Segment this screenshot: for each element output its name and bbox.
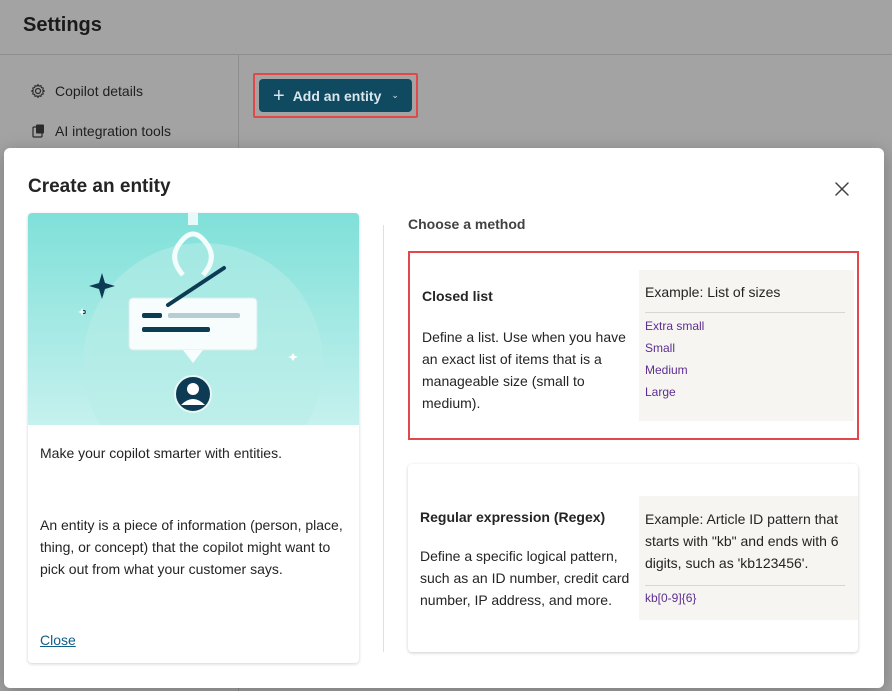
- page-title: Settings: [23, 14, 102, 36]
- sidebar-item-label: AI integration tools: [55, 123, 171, 139]
- entity-info-card: Make your copilot smarter with entities.…: [28, 213, 359, 663]
- example-item: kb[0-9]{6}: [645, 591, 697, 605]
- example-heading: Example: Article ID pattern that starts …: [645, 511, 839, 571]
- sidebar-item-ai-integration-tools[interactable]: AI integration tools: [30, 123, 171, 139]
- example-heading: Example: List of sizes: [645, 284, 781, 300]
- sidebar-item-label: Copilot details: [55, 83, 143, 99]
- plus-icon: +: [273, 84, 285, 107]
- add-entity-button[interactable]: + Add an entity ⌄: [259, 79, 412, 112]
- entity-illustration: [28, 213, 359, 483]
- entity-description-text: An entity is a piece of information (per…: [40, 517, 343, 577]
- chevron-down-icon: ⌄: [391, 90, 399, 100]
- method-title: Closed list: [422, 288, 493, 304]
- example-item: Medium: [645, 363, 688, 377]
- example-item: Extra small: [645, 319, 705, 333]
- dialog-title: Create an entity: [28, 176, 171, 197]
- example-item: Small: [645, 341, 676, 355]
- regex-option[interactable]: Regular expression (Regex) Define a spec…: [408, 464, 858, 652]
- close-icon[interactable]: [833, 180, 851, 198]
- method-example-panel: Example: List of sizes Extra small Small…: [639, 270, 854, 421]
- example-item: Large: [645, 385, 676, 399]
- method-description: Define a specific logical pattern, such …: [420, 548, 630, 608]
- create-entity-dialog: Create an entity Make your copilot smart…: [4, 148, 884, 688]
- entity-intro-text: Make your copilot smarter with entities.: [40, 445, 282, 461]
- integration-icon: [30, 123, 46, 139]
- example-divider: [645, 585, 845, 586]
- close-link[interactable]: Close: [40, 632, 76, 648]
- method-description: Define a list. Use when you have an exac…: [422, 329, 626, 411]
- method-example-panel: Example: Article ID pattern that starts …: [639, 496, 858, 620]
- example-divider: [645, 312, 845, 313]
- page-header: Settings: [0, 0, 892, 55]
- closed-list-option[interactable]: Closed list Define a list. Use when you …: [410, 253, 857, 438]
- add-entity-label: Add an entity: [292, 87, 382, 104]
- method-title: Regular expression (Regex): [420, 509, 606, 525]
- sidebar-item-copilot-details[interactable]: Copilot details: [30, 83, 143, 99]
- choose-method-label: Choose a method: [408, 216, 526, 232]
- gear-icon: [30, 83, 46, 99]
- vertical-divider: [383, 225, 384, 652]
